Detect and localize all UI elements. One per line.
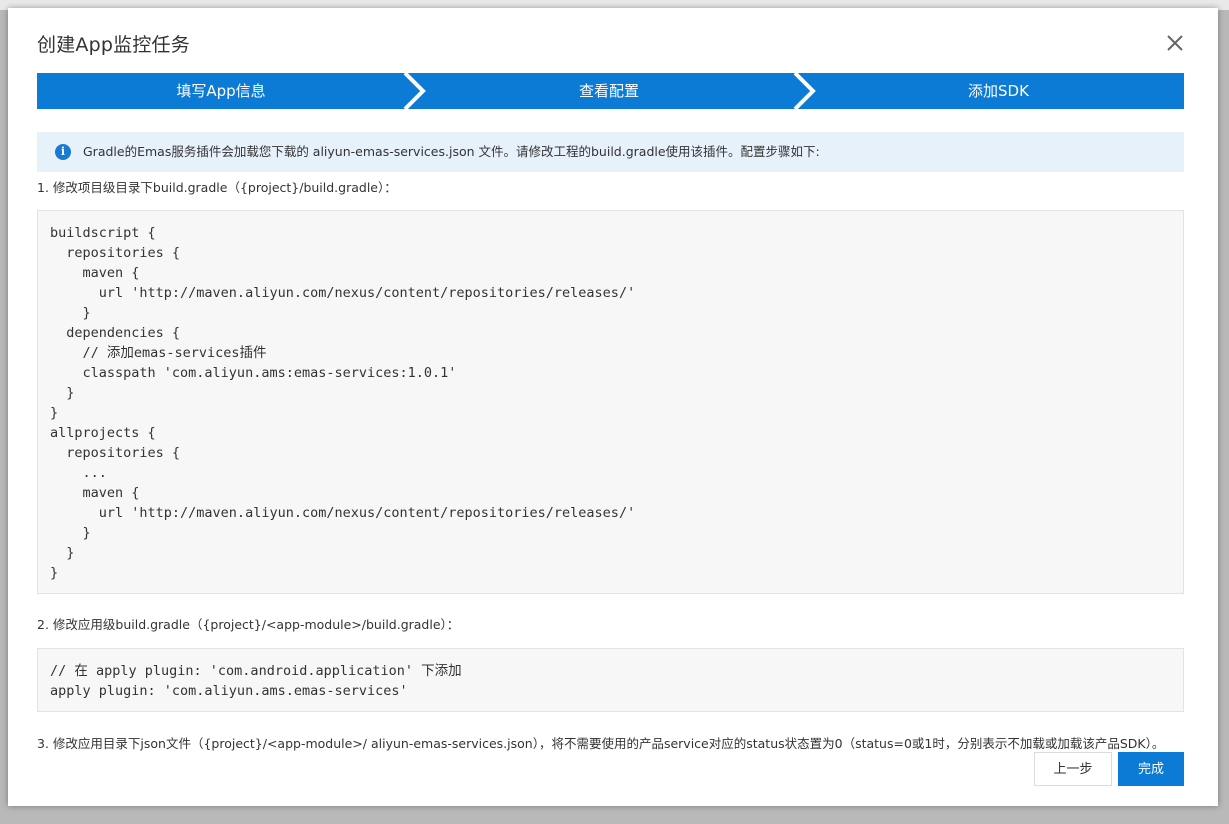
done-button[interactable]: 完成 [1118,752,1184,786]
code-block-app-gradle: // 在 apply plugin: 'com.android.applicat… [37,648,1184,712]
code-block-project-gradle: buildscript { repositories { maven { url… [37,210,1184,594]
step-fill-app-info: 填写App信息 [176,82,266,100]
notice-text: Gradle的Emas服务插件会加载您下载的 aliyun-emas-servi… [83,144,820,159]
create-app-monitor-dialog: 创建App监控任务 填写App信息 查看配置 添加SDK i Gradle的Em… [8,8,1218,806]
instruction-step-1: 1. 修改项目级目录下build.gradle（{project}/build.… [37,180,397,195]
previous-step-button[interactable]: 上一步 [1034,752,1112,786]
info-notice: i Gradle的Emas服务插件会加载您下载的 aliyun-emas-ser… [37,132,1184,172]
instruction-step-2: 2. 修改应用级build.gradle（{project}/<app-modu… [37,617,460,632]
instruction-step-3: 3. 修改应用目录下json文件（{project}/<app-module>/… [37,736,1165,751]
code-project-gradle: buildscript { repositories { maven { url… [50,225,636,581]
code-app-gradle: // 在 apply plugin: 'com.android.applicat… [50,663,462,699]
close-icon[interactable] [1163,31,1187,55]
info-icon: i [55,144,71,160]
step-add-sdk: 添加SDK [968,82,1029,100]
step-view-config: 查看配置 [578,82,639,100]
step-progress: 填写App信息 查看配置 添加SDK [37,73,1184,109]
dialog-title: 创建App监控任务 [37,34,190,56]
